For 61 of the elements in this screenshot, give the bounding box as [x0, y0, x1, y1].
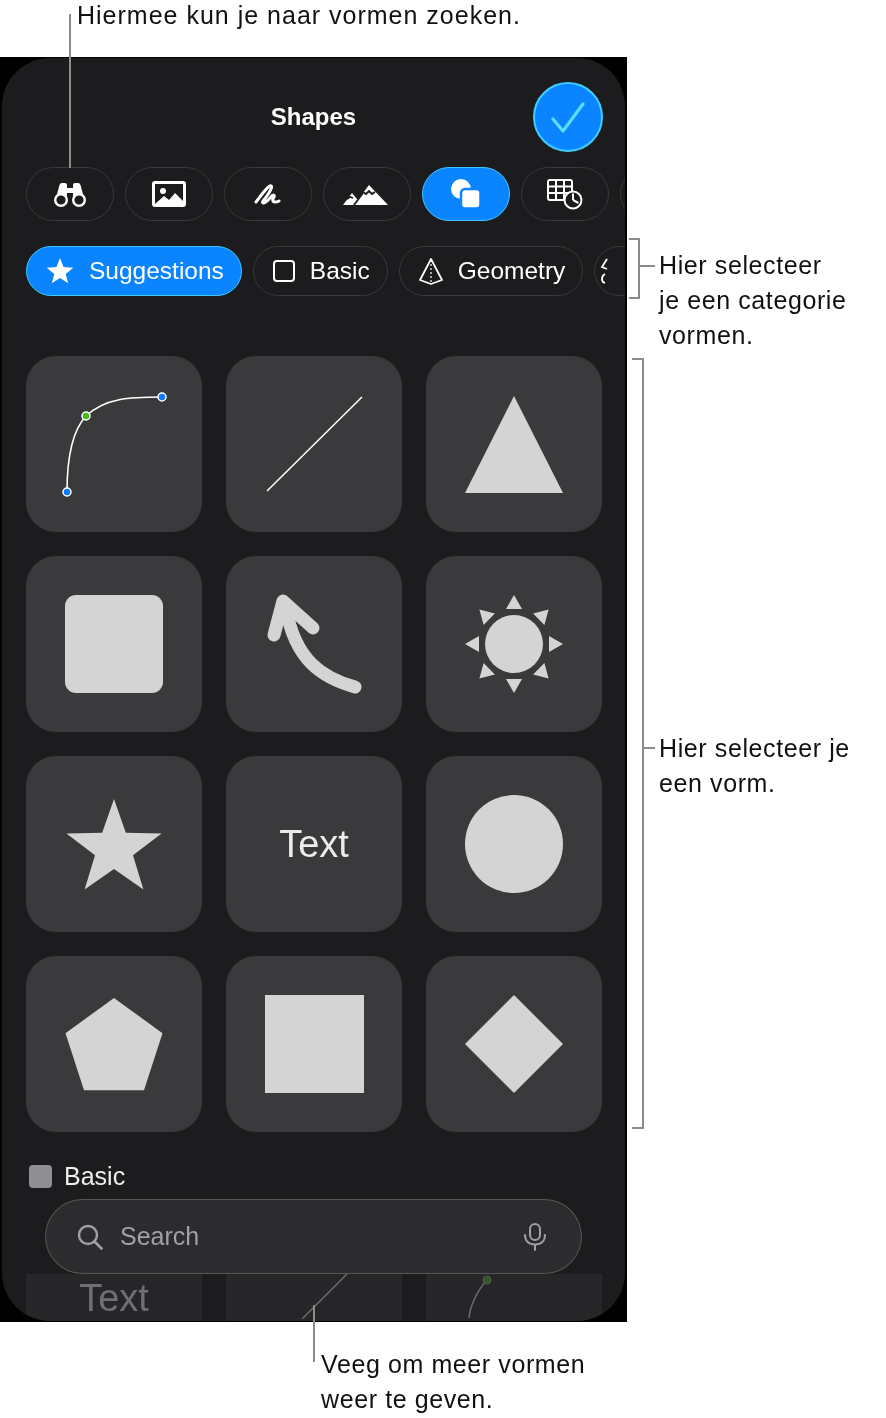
binoculars-icon	[53, 181, 87, 207]
shape-tile[interactable]: Text	[226, 756, 402, 932]
line-icon	[265, 396, 363, 492]
toolbar-tab[interactable]	[26, 167, 114, 221]
callout-text: Hier selecteer je een categorie vormen.	[659, 250, 847, 351]
table-chart-icon	[547, 178, 583, 210]
bracket-line	[629, 238, 655, 299]
section-title: Basic	[64, 1162, 126, 1190]
shape-tile[interactable]	[426, 756, 602, 932]
checkmark-icon	[551, 100, 585, 134]
toolbar-tab[interactable]	[224, 167, 312, 221]
square-swatch-icon	[29, 1164, 52, 1188]
shape-tile[interactable]	[226, 956, 402, 1132]
shape-tile[interactable]	[426, 356, 602, 532]
star-icon	[66, 798, 162, 890]
callout-text: Hiermee kun je naar vormen zoeken.	[76, 0, 522, 31]
scribble-icon	[254, 182, 282, 206]
shape-tile[interactable]	[226, 1274, 402, 1321]
category-tab[interactable]: Suggestions	[26, 246, 242, 296]
category-tab[interactable]: Basic	[252, 246, 388, 296]
toolbar-tab[interactable]	[323, 167, 411, 221]
line-icon	[301, 1274, 348, 1319]
diamond-icon	[465, 995, 563, 1093]
callout-text: Veeg om meer vormen weer te geven.	[321, 1349, 587, 1415]
curve-icon	[466, 1275, 492, 1318]
glyph-fragment-icon	[599, 258, 610, 284]
circle-icon	[465, 795, 563, 893]
shape-tile[interactable]	[226, 356, 402, 532]
shape-tile[interactable]	[26, 956, 202, 1132]
callout-text: Hier selecteer je een vorm.	[659, 733, 850, 799]
shape-tile[interactable]	[26, 556, 202, 732]
shape-tile[interactable]	[426, 956, 602, 1132]
leader-line	[313, 1305, 315, 1362]
toolbar-tab[interactable]	[521, 167, 609, 221]
square-icon	[272, 260, 295, 282]
mountains-icon	[343, 183, 391, 205]
shapes-icon	[450, 178, 482, 210]
rounded-square-icon	[65, 595, 163, 693]
curve-icon	[60, 390, 168, 498]
curved-arrow-icon	[265, 592, 363, 696]
search-input[interactable]: Search	[120, 1222, 506, 1251]
triangle-icon	[465, 395, 563, 493]
pentagon-icon	[65, 997, 163, 1091]
shape-tile[interactable]	[426, 1274, 602, 1321]
shape-tile[interactable]	[26, 756, 202, 932]
photo-icon	[152, 181, 186, 207]
shape-tile[interactable]	[26, 356, 202, 532]
shape-tile[interactable]	[226, 556, 402, 732]
shape-tile[interactable]	[426, 556, 602, 732]
toolbar-tab[interactable]	[422, 167, 510, 221]
square-icon	[264, 995, 364, 1093]
microphone-icon	[523, 1222, 547, 1251]
star-icon	[46, 257, 74, 285]
search-icon	[77, 1223, 103, 1250]
sheet-title: Shapes	[270, 103, 357, 131]
toolbar-tab[interactable]	[125, 167, 213, 221]
text-label: Text	[79, 1280, 149, 1316]
sun-icon	[464, 594, 564, 694]
category-tab[interactable]: Geometry	[398, 246, 584, 296]
search-field[interactable]: Search	[45, 1199, 582, 1274]
pyramid-icon	[418, 257, 443, 285]
